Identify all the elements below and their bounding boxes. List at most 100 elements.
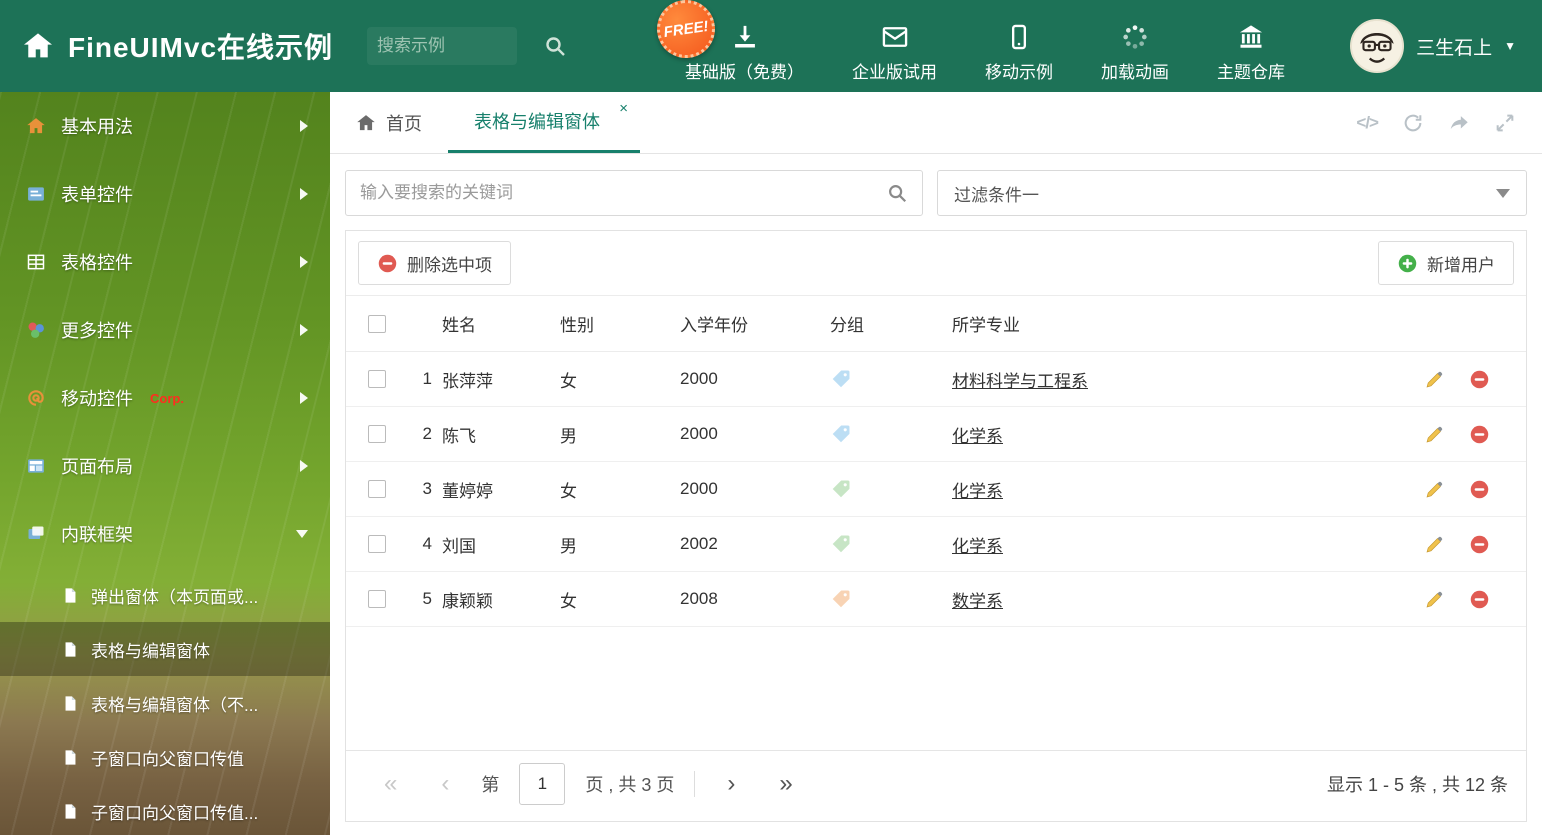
filter-dropdown[interactable]: 过滤条件一 (937, 170, 1527, 216)
row-number: 2 (394, 406, 442, 462)
nav-item-label: 企业版试用 (852, 63, 938, 82)
row-checkbox[interactable] (368, 425, 386, 443)
add-user-button[interactable]: 新增用户 (1378, 241, 1514, 285)
row-checkbox[interactable] (368, 590, 386, 608)
tab-grid-edit-window[interactable]: 表格与编辑窗体 × (448, 92, 640, 153)
sidebar-subitem-grid-edit-window-2[interactable]: 表格与编辑窗体（不... (0, 676, 330, 730)
column-header-name[interactable]: 姓名 (442, 295, 560, 352)
keyword-search-input[interactable] (360, 183, 876, 203)
sidebar-item-label: 移动控件 (61, 389, 133, 409)
cell-gender: 男 (560, 406, 680, 462)
plus-circle-icon (1397, 253, 1418, 274)
delete-icon[interactable] (1469, 589, 1490, 610)
source-code-icon[interactable]: </> (1356, 113, 1379, 133)
layout-icon (26, 456, 46, 476)
row-actions (1406, 424, 1526, 445)
share-icon[interactable] (1448, 112, 1470, 134)
tab-home[interactable]: 首页 (330, 92, 448, 153)
refresh-icon[interactable] (1402, 112, 1424, 134)
edit-icon[interactable] (1424, 589, 1445, 610)
delete-icon[interactable] (1469, 534, 1490, 555)
select-all-checkbox[interactable] (368, 314, 386, 333)
prev-page-button[interactable]: ‹ (429, 772, 461, 796)
download-icon (731, 23, 759, 51)
nav-item-label: 主题仓库 (1217, 63, 1286, 82)
edit-icon[interactable] (1424, 369, 1445, 390)
delete-selected-button[interactable]: 删除选中项 (358, 241, 511, 285)
sidebar-subitem-label: 表格与编辑窗体 (91, 641, 210, 661)
row-checkbox[interactable] (368, 535, 386, 553)
sidebar-item-grid-controls[interactable]: 表格控件 (0, 228, 330, 296)
brand[interactable]: FineUIMvc在线示例 (0, 26, 333, 66)
user-menu[interactable]: 三生石上 ▼ (1350, 19, 1542, 73)
frame-icon (26, 524, 46, 544)
sidebar-item-label: 表格控件 (61, 253, 133, 273)
sidebar-subitem-label: 子窗口向父窗口传值 (91, 749, 244, 769)
column-header-year[interactable]: 入学年份 (680, 295, 830, 352)
nav-item-loading-animation[interactable]: 加载动画 (1101, 9, 1169, 83)
column-header-gender[interactable]: 性别 (560, 295, 680, 352)
sidebar-subitem-label: 子窗口向父窗口传值... (91, 803, 259, 823)
sidebar-subitem-grid-edit-window[interactable]: 表格与编辑窗体 (0, 622, 330, 676)
search-icon[interactable] (543, 34, 567, 58)
last-page-button[interactable]: » (767, 772, 804, 796)
sidebar-item-form-controls[interactable]: 表单控件 (0, 160, 330, 228)
next-page-button[interactable]: › (715, 772, 747, 796)
delete-icon[interactable] (1469, 479, 1490, 500)
sidebar-item-basic-usage[interactable]: 基本用法 (0, 92, 330, 160)
delete-icon[interactable] (1469, 369, 1490, 390)
nav-item-mobile-demo[interactable]: 移动示例 (985, 9, 1053, 83)
record-summary: 显示 1 - 5 条 , 共 12 条 (1326, 775, 1508, 795)
tag-icon (830, 368, 852, 390)
major-link[interactable]: 化学系 (952, 427, 1003, 446)
row-checkbox[interactable] (368, 480, 386, 498)
major-link[interactable]: 数学系 (952, 592, 1003, 611)
expand-icon[interactable] (1494, 112, 1516, 134)
edit-icon[interactable] (1424, 424, 1445, 445)
cell-name: 刘国 (442, 516, 560, 572)
search-icon[interactable] (886, 182, 908, 204)
app-title: FineUIMvc在线示例 (68, 32, 334, 63)
nav-item-basic-free[interactable]: FREE! 基础版（免费） (653, 0, 804, 83)
sidebar-item-inline-frame[interactable]: 内联框架 (0, 500, 330, 568)
delete-icon[interactable] (1469, 424, 1490, 445)
corp-badge: Corp. (150, 390, 184, 406)
major-link[interactable]: 化学系 (952, 482, 1003, 501)
sidebar-subitem-popup-window[interactable]: 弹出窗体（本页面或... (0, 568, 330, 622)
edit-icon[interactable] (1424, 534, 1445, 555)
nav-item-enterprise-trial[interactable]: 企业版试用 (852, 9, 937, 83)
pagination-bar: « ‹ 第 页 , 共 3 页 › » 显示 1 - 5 条 , 共 12 条 (346, 750, 1526, 821)
sidebar-item-more-controls[interactable]: 更多控件 (0, 296, 330, 364)
edit-icon[interactable] (1424, 479, 1445, 500)
major-link[interactable]: 材料科学与工程系 (952, 372, 1088, 391)
chevron-down-icon: ▼ (1504, 39, 1516, 53)
page-prefix-label: 第 (481, 775, 500, 795)
cell-name: 张萍萍 (442, 351, 560, 407)
users-table: 姓名 性别 入学年份 分组 所学专业 1 张萍萍 女 2000 材料科学与工程系… (346, 295, 1526, 627)
column-header-group[interactable]: 分组 (830, 295, 952, 352)
table-row: 2 陈飞 男 2000 化学系 (346, 406, 1526, 462)
cell-year: 2008 (680, 571, 830, 627)
page-number-input[interactable] (519, 763, 566, 805)
sidebar-item-page-layout[interactable]: 页面布局 (0, 432, 330, 500)
row-checkbox[interactable] (368, 370, 386, 388)
sidebar-subitem-child-to-parent[interactable]: 子窗口向父窗口传值 (0, 730, 330, 784)
cell-name: 董婷婷 (442, 461, 560, 517)
tag-icon (830, 478, 852, 500)
nav-item-theme-repo[interactable]: 主题仓库 (1217, 9, 1285, 83)
app-window: FineUIMvc在线示例 FREE! 基础版（免费） 企业版试用 (0, 0, 1542, 835)
column-header-major[interactable]: 所学专业 (952, 295, 1406, 352)
close-icon[interactable]: × (619, 101, 628, 116)
form-icon (26, 184, 46, 204)
sidebar-item-mobile-controls[interactable]: 移动控件 Corp. (0, 364, 330, 432)
more-controls-icon (26, 320, 46, 340)
row-number: 3 (394, 461, 442, 517)
top-search-input[interactable] (367, 27, 518, 65)
cell-name: 陈飞 (442, 406, 560, 462)
sidebar-item-label: 页面布局 (61, 457, 133, 477)
first-page-button[interactable]: « (372, 772, 409, 796)
sidebar-subitem-child-to-parent-2[interactable]: 子窗口向父窗口传值... (0, 784, 330, 835)
row-number: 5 (394, 571, 442, 627)
file-icon (62, 587, 79, 604)
major-link[interactable]: 化学系 (952, 537, 1003, 556)
